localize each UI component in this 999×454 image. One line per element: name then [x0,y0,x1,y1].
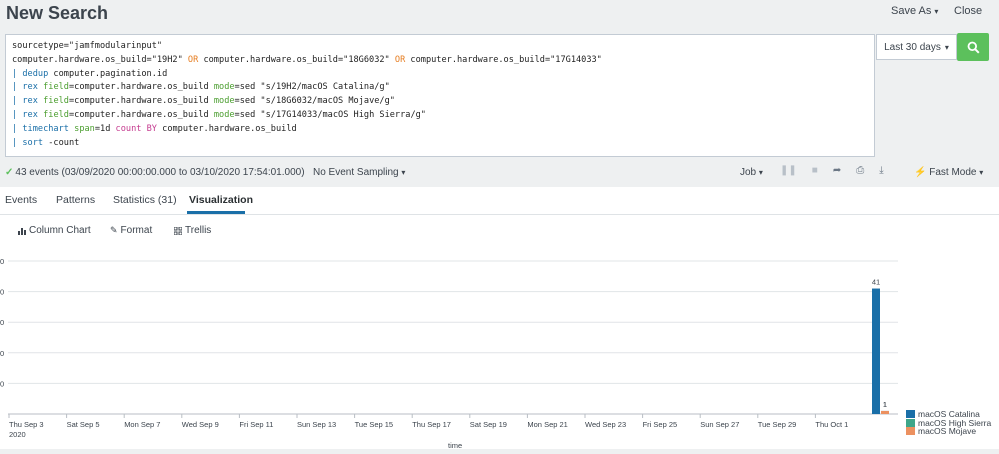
x-tick-label: Sun Sep 27 [700,420,739,429]
x-axis-title: time [448,441,462,449]
pencil-icon: ✎ [110,225,118,235]
legend-label: macOS Mojave [918,426,977,437]
search-line-3: | dedup computer.pagination.id [12,68,168,79]
x-tick-label: Fri Sep 11 [239,420,273,429]
bar-data-label: 41 [872,278,880,287]
x-tick-label: Sat Sep 19 [470,420,507,429]
chart-type-label: Column Chart [29,225,91,236]
event-count-text: 43 events (03/09/2020 00:00:00.000 to 03… [15,167,305,178]
search-line-6: | rex field=computer.hardware.os_build m… [12,109,426,120]
y-tick-label: 0 [0,288,4,297]
legend-swatch [906,410,915,419]
x-tick-label: Sat Sep 5 [67,420,100,429]
search-mode-dropdown[interactable]: ⚡ Fast Mode ▾ [914,167,983,178]
search-line-8: | sort -count [12,137,80,148]
bar [881,410,889,414]
trellis-icon [174,226,182,235]
y-tick-label: 0 [0,379,4,388]
tab-events[interactable]: Events [5,194,37,206]
page-title: New Search [6,3,109,23]
x-tick-label: Mon Sep 21 [527,420,567,429]
job-menu[interactable]: Job ▾ [740,167,763,178]
caret-down-icon: ▾ [979,168,984,177]
legend-swatch [906,427,915,436]
job-controls: ❚❚ ■ ➦ ⎙ ⤓ [780,165,884,176]
chart-svg: 0 0 0 0 0 Thu Sep 3 Sat Sep 5 Mon Sep 7 Wed Sep … [0,257,898,450]
search-input[interactable]: sourcetype="jamfmodularinput" computer.h… [5,34,875,157]
x-tick-sublabel: 2020 [9,430,26,439]
check-icon: ✓ [5,167,14,178]
format-label: Format [120,225,153,236]
x-tick-label: Thu Oct 1 [815,420,848,429]
x-tick-label: Sun Sep 13 [297,420,336,429]
search-line-1: sourcetype="jamfmodularinput" [12,40,868,54]
format-button[interactable]: ✎ Format [110,225,152,236]
x-tick-label: Thu Sep 17 [412,420,451,429]
x-tick-label: Wed Sep 9 [182,420,219,429]
y-tick-label: 0 [0,318,4,327]
export-icon[interactable]: ⤓ [879,165,883,176]
bar-data-label: 1 [883,400,887,409]
active-tab-indicator [187,211,245,214]
search-line-4: | rex field=computer.hardware.os_build m… [12,82,390,93]
x-tick-label: Fri Sep 25 [643,420,678,429]
save-as-label: Save As [891,5,932,17]
bar-chart-icon [18,227,26,235]
y-tick-label: 0 [0,257,4,266]
search-source: sourcetype="jamfmodularinput" [12,41,163,51]
search-button[interactable] [957,33,989,61]
save-as-button[interactable]: Save As ▾ [891,5,938,17]
legend-swatch [906,418,915,427]
x-tick-label: Wed Sep 23 [585,420,626,429]
y-tick-label: 0 [0,349,4,358]
event-sampling-label: No Event Sampling [313,167,399,178]
trellis-button[interactable]: Trellis [174,225,211,236]
job-label: Job [740,167,757,178]
search-icon [967,41,980,54]
time-range-picker[interactable]: Last 30 days ▾ [876,34,957,60]
results-panel: Events Patterns Statistics (31) Visualiz… [0,187,999,450]
pause-icon[interactable]: ❚❚ [780,165,797,176]
tab-visualization[interactable]: Visualization [189,194,253,206]
search-mode-label: Fast Mode [929,167,977,178]
x-tick-label: Thu Sep 3 [9,420,44,429]
event-sampling-dropdown[interactable]: No Event Sampling ▾ [313,167,405,178]
search-line-2: computer.hardware.os_build="19H2" OR com… [12,54,602,65]
search-line-7: | timechart span=1d count BY computer.ha… [12,123,297,134]
job-status-bar: ✓ 43 events (03/09/2020 00:00:00.000 to 0… [0,162,999,184]
x-tick-label: Mon Sep 7 [124,420,160,429]
bar [872,288,880,414]
chart-type-button[interactable]: Column Chart [18,225,91,236]
tab-statistics[interactable]: Statistics (31) [113,194,177,206]
caret-down-icon: ▾ [944,42,949,52]
lightning-icon: ⚡ [914,167,927,178]
trellis-label: Trellis [185,225,212,236]
caret-down-icon: ▾ [758,168,763,177]
print-icon[interactable]: ⎙ [856,165,864,176]
x-tick-label: Tue Sep 29 [758,420,797,429]
close-button[interactable]: Close [954,5,982,17]
chart-legend: macOS Catalina macOS High Sierra macOS Moj… [906,409,991,437]
caret-down-icon: ▾ [934,7,939,16]
header-bar: New Search Save As ▾ Close [0,0,999,32]
x-tick-label: Tue Sep 15 [355,420,394,429]
share-icon[interactable]: ➦ [833,165,841,176]
results-tabs: Events Patterns Statistics (31) Visualiz… [0,187,999,215]
time-range-label: Last 30 days [884,41,941,53]
tab-patterns[interactable]: Patterns [56,194,95,206]
legend-item[interactable]: macOS Mojave [906,426,991,437]
event-count: ✓ 43 events (03/09/2020 00:00:00.000 to 0… [5,167,305,178]
stop-icon[interactable]: ■ [812,165,818,176]
search-line-5: | rex field=computer.hardware.os_build m… [12,96,395,107]
caret-down-icon: ▾ [401,168,406,177]
column-chart: 0 0 0 0 0 Thu Sep 3 Sat Sep 5 Mon Sep 7 Wed Sep … [0,253,999,450]
